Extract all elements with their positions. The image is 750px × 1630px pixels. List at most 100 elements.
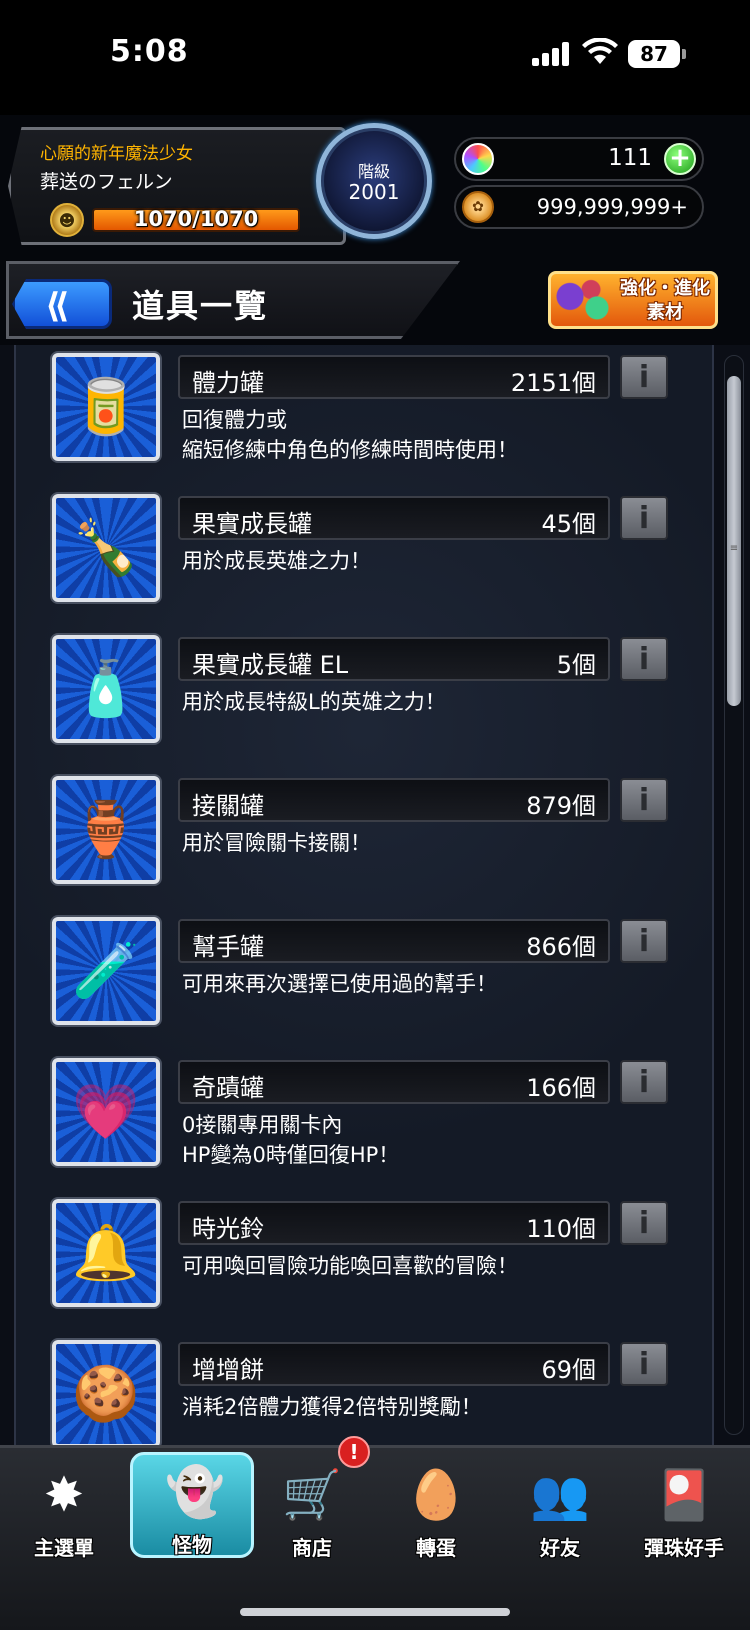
main-menu-icon: ✸ [43, 1467, 85, 1523]
item-description: 用於冒險關卡接關！ [182, 831, 371, 855]
info-icon: i [638, 1206, 650, 1241]
info-icon: i [638, 501, 650, 536]
rank-label: 階級 [357, 162, 390, 181]
tab-label: 轉蛋 [416, 1536, 456, 1560]
status-time: 5:08 [110, 34, 189, 69]
item-count: 110個 [526, 1215, 596, 1243]
info-button[interactable]: i [620, 778, 668, 822]
item-count: 866個 [526, 933, 596, 961]
continue-jar-icon: 🏺 [52, 776, 160, 884]
cart-icon: 🛒 [282, 1467, 342, 1523]
item-description: 可用來再次選擇已使用過的幫手！ [182, 972, 497, 996]
page-title: 道具一覽 [132, 287, 269, 325]
info-icon: i [638, 1065, 650, 1100]
item-description: 用於成長英雄之力！ [182, 549, 371, 573]
player-header: 心願的新年魔法少女 葬送のフェルン ☻ 1070/1070 階級 2001 11… [0, 115, 750, 255]
bottom-nav: ✸ 主選單 👻 怪物 🛒 商店 ! 🥚 轉蛋 👥 好友 🎴 彈珠好手 [0, 1436, 750, 1630]
item-name: 增增餅 [192, 1356, 264, 1384]
home-indicator[interactable] [240, 1608, 510, 1616]
item-name: 果實成長罐 [192, 510, 312, 538]
item-count: 5個 [556, 651, 596, 679]
item-name-bar: 增增餅 69個 [178, 1342, 610, 1386]
status-bar: 5:08 87 [0, 0, 750, 115]
list-item: 🍾 果實成長罐 45個 i 用於成長英雄之力！ [52, 494, 702, 614]
tab-main-menu[interactable]: ✸ 主選單 [2, 1458, 126, 1568]
list-item: 🏺 接關罐 879個 i 用於冒險關卡接關！ [52, 776, 702, 896]
add-orbs-button[interactable]: + [664, 143, 696, 175]
list-item: 🔔 時光鈴 110個 i 可用喚回冒險功能喚回喜歡的冒險！ [52, 1199, 702, 1319]
item-count: 45個 [541, 510, 596, 538]
coin-count: 999,999,999+ [536, 195, 688, 219]
item-description: 可用喚回冒險功能喚回喜歡的冒險！ [182, 1254, 518, 1278]
item-name-bar: 果實成長罐 45個 [178, 496, 610, 540]
tab-monster[interactable]: 👻 怪物 [130, 1452, 254, 1558]
cookie-icon: 🍪 [52, 1340, 160, 1445]
tab-label: 彈珠好手 [644, 1536, 724, 1560]
item-name: 時光鈴 [192, 1215, 264, 1243]
friends-icon: 👥 [530, 1467, 590, 1523]
orb-count: 111 [608, 145, 652, 171]
item-name: 接關罐 [192, 792, 264, 820]
tab-friends[interactable]: 👥 好友 [498, 1458, 622, 1568]
tab-label: 好友 [540, 1536, 580, 1560]
item-description: 0接關專用關卡內 HP變為0時僅回復HP！ [182, 1113, 400, 1167]
sprout-bottle-icon: 🍾 [52, 494, 160, 602]
cellular-signal-icon [532, 42, 572, 66]
info-button[interactable]: i [620, 355, 668, 399]
item-count: 879個 [526, 792, 596, 820]
list-item: 🥫 體力罐 2151個 i 回復體力或 縮短修練中角色的修練時間時使用！ [52, 353, 702, 473]
enhance-material-button[interactable]: 強化・進化 素材 [548, 271, 718, 329]
shop-alert-badge: ! [338, 1436, 370, 1468]
battery-icon: 87 [628, 40, 686, 68]
tab-shop[interactable]: 🛒 商店 [250, 1458, 374, 1568]
item-list[interactable]: 🥫 體力罐 2151個 i 回復體力或 縮短修練中角色的修練時間時使用！ 🍾 果… [14, 345, 714, 1445]
tab-gacha[interactable]: 🥚 轉蛋 [374, 1458, 498, 1568]
item-description: 消耗2倍體力獲得2倍特別獎勵！ [182, 1395, 482, 1419]
scrollbar-thumb[interactable]: ≡ [727, 376, 741, 706]
item-description: 回復體力或 縮短修練中角色的修練時間時使用！ [182, 408, 518, 462]
item-count: 2151個 [510, 369, 596, 397]
item-name: 幫手罐 [192, 933, 264, 961]
coin-icon: ✿ [462, 191, 494, 223]
monster-icon: 👻 [165, 1464, 225, 1520]
rank-value: 2001 [348, 180, 400, 204]
rank-badge[interactable]: 階級 2001 [316, 123, 432, 239]
miracle-jar-icon: 💗 [52, 1058, 160, 1166]
info-button[interactable]: i [620, 637, 668, 681]
tab-label: 怪物 [172, 1533, 212, 1557]
title-bar: ⟪ 道具一覽 強化・進化 素材 [0, 255, 750, 345]
info-icon: i [638, 642, 650, 677]
tab-label: 主選單 [34, 1536, 94, 1560]
item-name: 奇蹟罐 [192, 1074, 264, 1102]
player-name: 葬送のフェルン [40, 171, 173, 193]
tab-marble-player[interactable]: 🎴 彈珠好手 [622, 1458, 746, 1568]
item-count: 166個 [526, 1074, 596, 1102]
item-name: 體力罐 [192, 369, 264, 397]
info-button[interactable]: i [620, 1201, 668, 1245]
material-orbs-icon [555, 278, 615, 324]
info-button[interactable]: i [620, 919, 668, 963]
item-name-bar: 時光鈴 110個 [178, 1201, 610, 1245]
list-item: 🍪 增增餅 69個 i 消耗2倍體力獲得2倍特別獎勵！ [52, 1340, 702, 1445]
info-icon: i [638, 783, 650, 818]
list-item: 🧪 幫手罐 866個 i 可用來再次選擇已使用過的幫手！ [52, 917, 702, 1037]
bell-icon: 🔔 [52, 1199, 160, 1307]
scrollbar[interactable]: ≡ [724, 355, 744, 1435]
list-item: 💗 奇蹟罐 166個 i 0接關專用關卡內 HP變為0時僅回復HP！ [52, 1058, 702, 1178]
tab-label: 商店 [292, 1536, 332, 1560]
material-button-label: 強化・進化 素材 [620, 278, 710, 323]
item-count: 69個 [541, 1356, 596, 1384]
player-emblem-icon: ☻ [50, 203, 84, 237]
info-button[interactable]: i [620, 1342, 668, 1386]
wifi-icon [582, 38, 618, 64]
info-button[interactable]: i [620, 1060, 668, 1104]
info-button[interactable]: i [620, 496, 668, 540]
egg-icon: 🥚 [406, 1467, 466, 1523]
list-item: 🧴 果實成長罐 EL 5個 i 用於成長特級L的英雄之力！ [52, 635, 702, 755]
back-button[interactable]: ⟪ [12, 279, 112, 329]
item-name-bar: 幫手罐 866個 [178, 919, 610, 963]
item-name-bar: 體力罐 2151個 [178, 355, 610, 399]
stamina-value: 1070/1070 [133, 207, 259, 231]
sprout-bottle-el-icon: 🧴 [52, 635, 160, 743]
info-icon: i [638, 1347, 650, 1382]
